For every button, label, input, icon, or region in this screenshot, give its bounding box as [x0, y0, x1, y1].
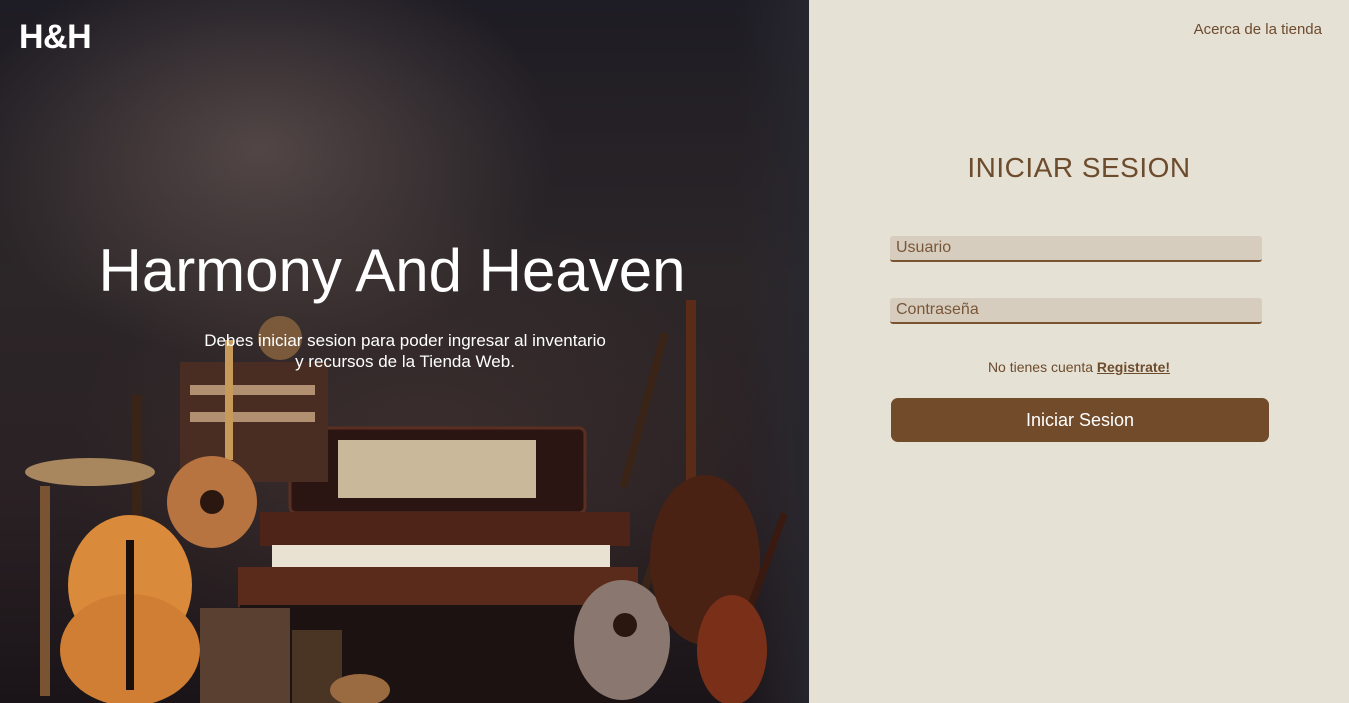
login-page: H&H Harmony And Heaven Debes iniciar ses…	[0, 0, 1349, 703]
login-title: INICIAR SESION	[967, 152, 1191, 183]
brand-logo: H&H	[19, 18, 92, 56]
hero-subtitle: Debes iniciar sesion para poder ingresar…	[0, 330, 809, 372]
register-link[interactable]: Registrate!	[1097, 359, 1170, 375]
about-store-link[interactable]: Acerca de la tienda	[1194, 21, 1322, 38]
hero-subtitle-line2: y recursos de la Tienda Web.	[295, 352, 515, 371]
hero-title: Harmony And Heaven	[98, 237, 686, 304]
password-input[interactable]	[890, 298, 1262, 324]
login-panel: Acerca de la tienda INICIAR SESION No ti…	[809, 0, 1349, 703]
violin-image	[60, 395, 200, 703]
username-input[interactable]	[890, 236, 1262, 262]
login-button[interactable]: Iniciar Sesion	[891, 398, 1269, 442]
register-row: No tienes cuenta Registrate!	[809, 359, 1349, 375]
hero-subtitle-line1: Debes iniciar sesion para poder ingresar…	[204, 331, 606, 350]
register-prompt: No tienes cuenta	[987, 359, 1097, 375]
hero-panel: H&H Harmony And Heaven Debes iniciar ses…	[0, 0, 809, 703]
